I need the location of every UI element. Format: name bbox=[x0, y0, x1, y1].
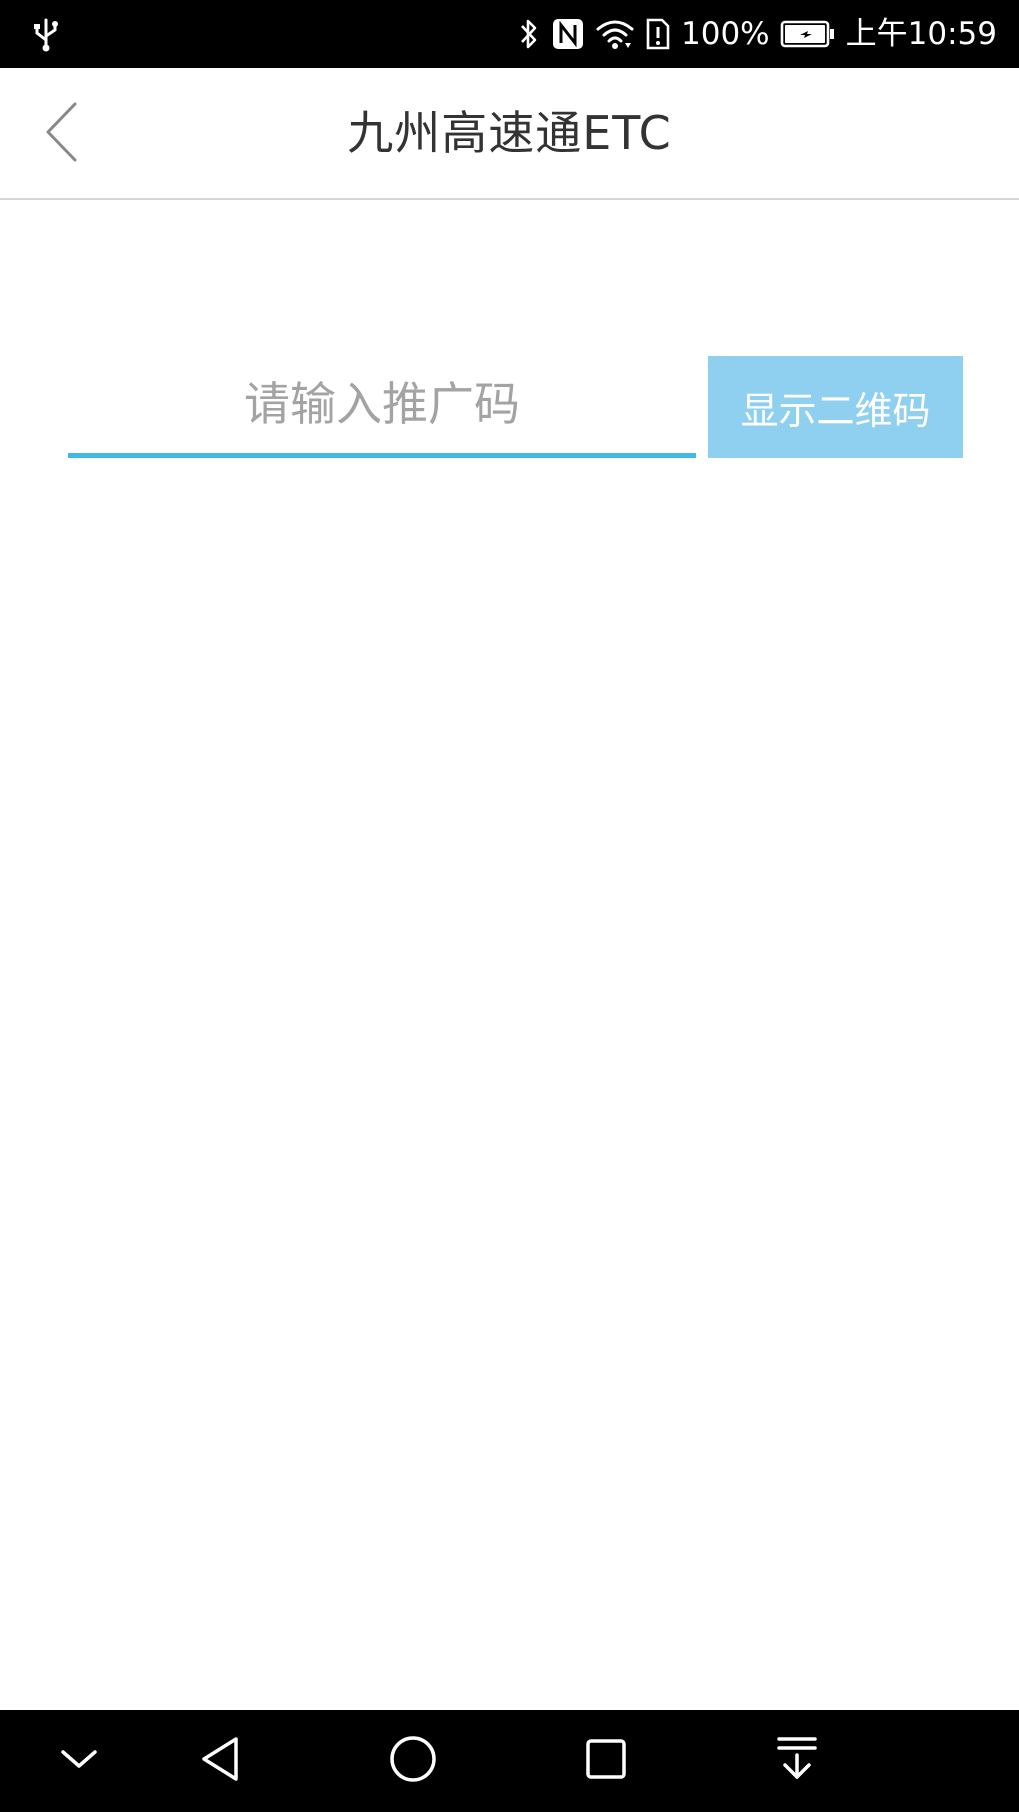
nav-home-button[interactable] bbox=[363, 1710, 463, 1812]
sim-alert-icon bbox=[645, 17, 671, 51]
page-title: 九州高速通ETC bbox=[347, 106, 672, 160]
app-header: 九州高速通ETC bbox=[0, 68, 1019, 200]
show-qr-code-button[interactable]: 显示二维码 bbox=[708, 356, 963, 458]
battery-percent: 100% bbox=[681, 16, 770, 52]
wifi-icon bbox=[595, 17, 635, 51]
home-circle-icon bbox=[387, 1733, 439, 1789]
notification-pull-icon bbox=[773, 1733, 821, 1789]
promo-code-row: 显示二维码 bbox=[68, 356, 963, 458]
status-bar: 100% 上午10:59 bbox=[0, 0, 1019, 68]
clock: 上午10:59 bbox=[845, 16, 997, 52]
bluetooth-icon bbox=[517, 16, 541, 52]
battery-charging-icon bbox=[780, 19, 836, 49]
navigation-bar bbox=[0, 1710, 1019, 1812]
back-triangle-icon bbox=[196, 1733, 244, 1789]
chevron-down-icon bbox=[57, 1744, 101, 1778]
nav-recents-button[interactable] bbox=[556, 1710, 656, 1812]
status-icons: 100% 上午10:59 bbox=[517, 0, 997, 68]
promo-code-input[interactable] bbox=[68, 356, 696, 452]
promo-input-container bbox=[68, 356, 696, 458]
usb-icon bbox=[26, 14, 66, 54]
nav-back-button[interactable] bbox=[170, 1710, 270, 1812]
nfc-icon bbox=[551, 17, 585, 51]
nav-notification-button[interactable] bbox=[747, 1710, 847, 1812]
nav-hide-button[interactable] bbox=[29, 1710, 129, 1812]
recents-square-icon bbox=[582, 1735, 630, 1787]
